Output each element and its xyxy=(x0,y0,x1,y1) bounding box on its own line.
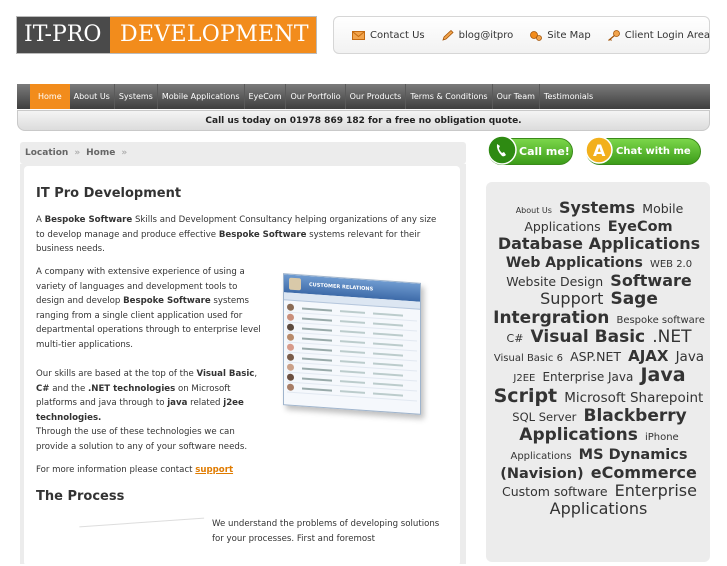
nav-systems[interactable]: Systems xyxy=(115,84,158,109)
tag-cloud-link[interactable]: Visual Basic xyxy=(531,327,646,347)
breadcrumb-home[interactable]: Home xyxy=(86,148,115,158)
phone-icon xyxy=(487,135,517,165)
tag-cloud-link[interactable]: Intergration xyxy=(493,308,609,328)
nav-our-portfolio[interactable]: Our Portfolio xyxy=(286,84,346,109)
logo[interactable]: IT-PRO DEVELOPMENT xyxy=(16,16,317,54)
tag-cloud-link[interactable]: Java xyxy=(676,349,705,365)
contact-us-label: Contact Us xyxy=(370,29,425,41)
tag-cloud-link[interactable]: Sage xyxy=(610,289,657,309)
skills-paragraph: Our skills are based at the top of the V… xyxy=(36,369,258,452)
tag-cloud-link[interactable]: Web Applications xyxy=(506,255,643,271)
breadcrumb: Location» Home» xyxy=(20,142,466,164)
envelope-icon xyxy=(352,30,365,41)
process-heading: The Process xyxy=(36,489,125,504)
tag-cloud-link[interactable]: Support xyxy=(540,289,603,308)
crm-avatar-icon xyxy=(289,277,301,291)
client-login-label: Client Login Area xyxy=(624,29,711,41)
crm-screenshot: CUSTOMER RELATIONS xyxy=(283,273,421,415)
tag-cloud-link[interactable]: Database Applications xyxy=(498,234,700,253)
tag-cloud-link[interactable]: Website Design xyxy=(506,274,603,289)
logo-left: IT-PRO xyxy=(17,17,110,53)
call-me-label: Call me! xyxy=(519,145,570,158)
sitemap-icon xyxy=(529,30,543,41)
chat-button[interactable]: A Chat with me xyxy=(585,136,701,165)
svg-text:A: A xyxy=(593,141,606,160)
site-map-link[interactable]: Site Map xyxy=(529,29,591,41)
call-me-button[interactable]: Call me! xyxy=(487,135,573,165)
contact-us-link[interactable]: Contact Us xyxy=(352,30,425,41)
nav-home[interactable]: Home xyxy=(30,84,70,109)
contact-paragraph: For more information please contact supp… xyxy=(36,465,234,475)
blog-link[interactable]: blog@itpro xyxy=(441,29,514,41)
tag-cloud-link[interactable]: Custom software xyxy=(502,484,608,499)
nav-mobile-applications[interactable]: Mobile Applications xyxy=(158,84,245,109)
top-links: Contact Us blog@itpro Site Map Client Lo… xyxy=(333,16,710,54)
tag-cloud-link[interactable]: About Us xyxy=(516,206,552,215)
tag-cloud-link[interactable]: .NET xyxy=(652,327,691,347)
tag-cloud-link[interactable]: Visual Basic 6 xyxy=(494,353,563,364)
tag-cloud-link[interactable]: Microsoft Sharepoint xyxy=(564,390,703,406)
nav-testimonials[interactable]: Testimonials xyxy=(540,84,597,109)
tag-cloud-link[interactable]: WEB 2.0 xyxy=(650,259,692,270)
tag-cloud-link[interactable]: J2EE xyxy=(513,373,535,384)
nav-eyecom[interactable]: EyeCom xyxy=(245,84,287,109)
chat-icon: A xyxy=(585,136,613,164)
logo-right: DEVELOPMENT xyxy=(110,17,316,53)
tag-cloud-link[interactable]: Bespoke software xyxy=(616,315,704,326)
intro-paragraph: A Bespoke Software Skills and Developmen… xyxy=(36,215,437,255)
crm-title: CUSTOMER RELATIONS xyxy=(309,281,374,293)
support-link[interactable]: support xyxy=(195,465,233,475)
key-icon xyxy=(607,29,620,41)
call-banner: Call us today on 01978 869 182 for a fre… xyxy=(17,110,710,131)
tag-cloud-link[interactable]: Enterprise Java xyxy=(542,370,633,384)
experience-paragraph: A company with extensive experience of u… xyxy=(36,267,261,350)
chat-label: Chat with me xyxy=(616,146,691,157)
tag-cloud-link[interactable]: C# xyxy=(507,332,524,345)
process-paragraph: We understand the problems of developing… xyxy=(212,519,440,544)
client-login-link[interactable]: Client Login Area xyxy=(607,30,710,41)
nav-about-us[interactable]: About Us xyxy=(70,84,115,109)
nav-our-team[interactable]: Our Team xyxy=(493,84,540,109)
blog-label: blog@itpro xyxy=(458,29,514,41)
tag-cloud-link[interactable]: SQL Server xyxy=(512,410,576,424)
tag-cloud-link[interactable]: ASP.NET xyxy=(570,349,621,364)
tag-cloud-link[interactable]: eCommerce xyxy=(591,463,697,482)
breadcrumb-label: Location xyxy=(25,148,69,158)
tag-cloud-link[interactable]: Systems xyxy=(559,198,635,217)
tag-cloud-link[interactable]: AJAX xyxy=(628,347,668,365)
site-map-label: Site Map xyxy=(547,29,591,41)
nav-our-products[interactable]: Our Products xyxy=(346,84,407,109)
tag-cloud: About Us Systems Mobile Applications Eye… xyxy=(492,199,706,518)
tag-cloud-link[interactable]: EyeCom xyxy=(608,219,673,235)
nav-terms-conditions[interactable]: Terms & Conditions xyxy=(406,84,493,109)
crm-list xyxy=(284,300,420,404)
tag-cloud-link[interactable]: Software xyxy=(610,271,691,290)
page-title: IT Pro Development xyxy=(36,186,182,201)
main-nav: Home About Us Systems Mobile Application… xyxy=(17,84,710,109)
pencil-icon xyxy=(441,29,454,41)
